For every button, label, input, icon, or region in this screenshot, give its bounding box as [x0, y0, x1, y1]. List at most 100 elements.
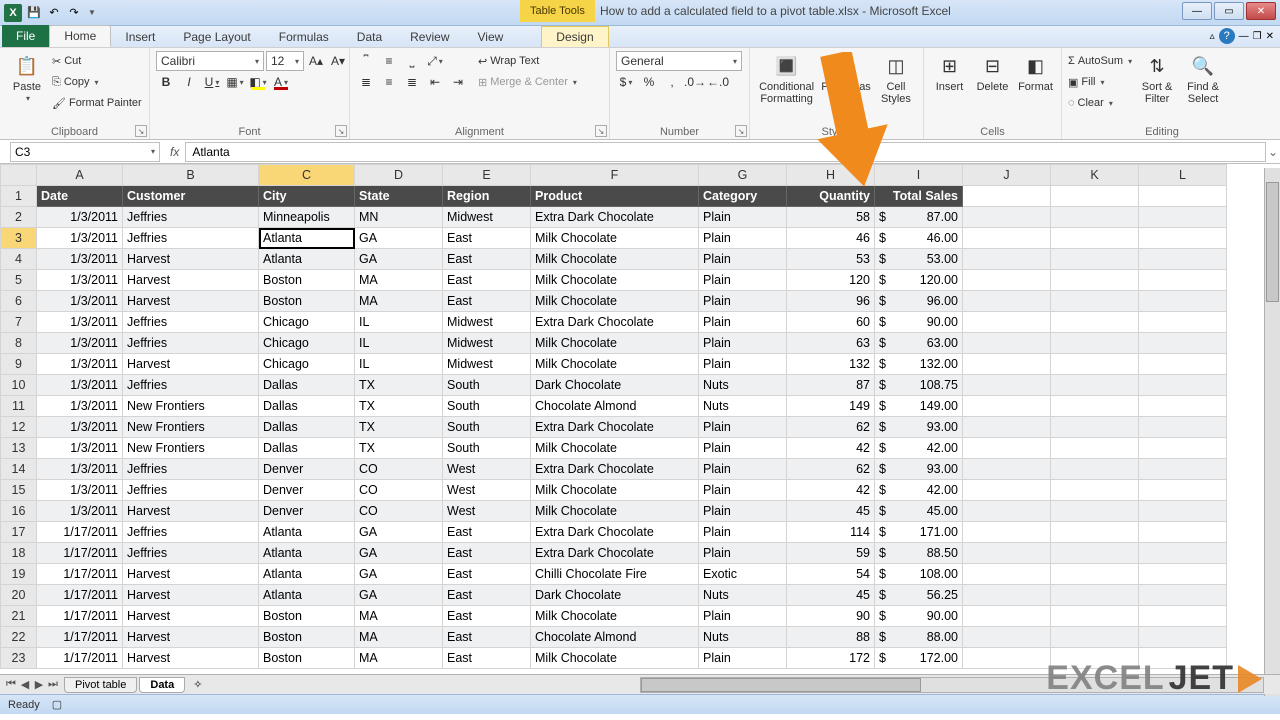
- cell[interactable]: IL: [355, 354, 443, 375]
- cell[interactable]: South: [443, 375, 531, 396]
- cell[interactable]: Plain: [699, 249, 787, 270]
- row-header[interactable]: 21: [1, 606, 37, 627]
- font-color-button[interactable]: A▾: [271, 72, 291, 92]
- cell[interactable]: $132.00: [875, 354, 963, 375]
- cell[interactable]: 1/3/2011: [37, 396, 123, 417]
- cell[interactable]: Harvest: [123, 606, 259, 627]
- cell[interactable]: [1051, 627, 1139, 648]
- cell[interactable]: 132: [787, 354, 875, 375]
- tab-data[interactable]: Data: [343, 27, 396, 47]
- row-header[interactable]: 4: [1, 249, 37, 270]
- cell[interactable]: MA: [355, 627, 443, 648]
- cell[interactable]: [963, 186, 1051, 207]
- macro-record-icon[interactable]: ▢: [52, 698, 62, 711]
- row-header[interactable]: 16: [1, 501, 37, 522]
- row-header[interactable]: 10: [1, 375, 37, 396]
- cell[interactable]: [1139, 459, 1227, 480]
- cell[interactable]: New Frontiers: [123, 396, 259, 417]
- cell[interactable]: Plain: [699, 480, 787, 501]
- cell[interactable]: [963, 312, 1051, 333]
- workbook-close-icon[interactable]: ✕: [1266, 31, 1274, 42]
- cell[interactable]: 58: [787, 207, 875, 228]
- cell[interactable]: Denver: [259, 459, 355, 480]
- cell[interactable]: 62: [787, 459, 875, 480]
- cell[interactable]: Plain: [699, 354, 787, 375]
- cell[interactable]: $63.00: [875, 333, 963, 354]
- cell[interactable]: [1139, 396, 1227, 417]
- cell[interactable]: Harvest: [123, 291, 259, 312]
- align-left-icon[interactable]: ≣: [356, 72, 376, 92]
- cell[interactable]: Harvest: [123, 501, 259, 522]
- cell[interactable]: 1/3/2011: [37, 312, 123, 333]
- cell[interactable]: West: [443, 459, 531, 480]
- column-header[interactable]: B: [123, 165, 259, 186]
- cell[interactable]: Extra Dark Chocolate: [531, 417, 699, 438]
- cell[interactable]: [1051, 606, 1139, 627]
- tab-formulas[interactable]: Formulas: [265, 27, 343, 47]
- merge-center-button[interactable]: ⊞Merge & Center▾: [478, 72, 577, 92]
- number-dialog-launcher[interactable]: ↘: [735, 125, 747, 137]
- cell[interactable]: [1139, 375, 1227, 396]
- row-header[interactable]: 19: [1, 564, 37, 585]
- cell[interactable]: [1139, 270, 1227, 291]
- decrease-indent-icon[interactable]: ⇤: [425, 72, 445, 92]
- row-header[interactable]: 5: [1, 270, 37, 291]
- cell[interactable]: [1051, 438, 1139, 459]
- cell[interactable]: 54: [787, 564, 875, 585]
- cell[interactable]: Milk Chocolate: [531, 228, 699, 249]
- italic-button[interactable]: I: [179, 72, 199, 92]
- cell[interactable]: 42: [787, 480, 875, 501]
- row-header[interactable]: 23: [1, 648, 37, 669]
- tab-home[interactable]: Home: [49, 25, 111, 47]
- format-cells-button[interactable]: ◧Format: [1016, 51, 1055, 93]
- cell[interactable]: GA: [355, 522, 443, 543]
- cell[interactable]: Plain: [699, 501, 787, 522]
- sheet-nav-first-icon[interactable]: ⏮: [4, 678, 18, 691]
- cell[interactable]: TX: [355, 396, 443, 417]
- cell[interactable]: Boston: [259, 270, 355, 291]
- cell[interactable]: Extra Dark Chocolate: [531, 312, 699, 333]
- cell[interactable]: Atlanta: [259, 228, 355, 249]
- column-header[interactable]: K: [1051, 165, 1139, 186]
- cell[interactable]: [1139, 438, 1227, 459]
- comma-format-icon[interactable]: ,: [662, 72, 682, 92]
- row-header[interactable]: 13: [1, 438, 37, 459]
- cell[interactable]: Atlanta: [259, 585, 355, 606]
- cell[interactable]: 42: [787, 438, 875, 459]
- cell[interactable]: South: [443, 438, 531, 459]
- cell[interactable]: Boston: [259, 291, 355, 312]
- workbook-minimize-icon[interactable]: ―: [1239, 31, 1249, 42]
- cell[interactable]: [963, 627, 1051, 648]
- cell[interactable]: Milk Chocolate: [531, 606, 699, 627]
- sort-filter-button[interactable]: ⇅Sort & Filter: [1136, 51, 1178, 105]
- expand-formula-bar-icon[interactable]: ⌄: [1266, 145, 1280, 159]
- cell[interactable]: $88.50: [875, 543, 963, 564]
- cell[interactable]: South: [443, 417, 531, 438]
- cell[interactable]: Harvest: [123, 270, 259, 291]
- workbook-restore-icon[interactable]: ❐: [1253, 31, 1262, 42]
- cell[interactable]: Plain: [699, 438, 787, 459]
- cell[interactable]: 1/3/2011: [37, 501, 123, 522]
- cell[interactable]: Atlanta: [259, 249, 355, 270]
- cell[interactable]: $45.00: [875, 501, 963, 522]
- cell[interactable]: [963, 480, 1051, 501]
- cell[interactable]: Boston: [259, 648, 355, 669]
- cell[interactable]: Plain: [699, 270, 787, 291]
- cell[interactable]: $108.75: [875, 375, 963, 396]
- cell[interactable]: GA: [355, 249, 443, 270]
- cell[interactable]: [1139, 606, 1227, 627]
- cell[interactable]: East: [443, 270, 531, 291]
- cell[interactable]: Nuts: [699, 375, 787, 396]
- table-header-cell[interactable]: Total Sales: [875, 186, 963, 207]
- paste-button[interactable]: 📋 Paste ▾: [6, 51, 48, 104]
- cell[interactable]: Plain: [699, 459, 787, 480]
- fill-button[interactable]: ▣Fill▾: [1068, 72, 1132, 92]
- cell[interactable]: 90: [787, 606, 875, 627]
- cell[interactable]: Milk Chocolate: [531, 333, 699, 354]
- increase-indent-icon[interactable]: ⇥: [448, 72, 468, 92]
- cell[interactable]: Harvest: [123, 648, 259, 669]
- cell[interactable]: 1/3/2011: [37, 228, 123, 249]
- cell[interactable]: [963, 564, 1051, 585]
- cell[interactable]: [1051, 333, 1139, 354]
- cell[interactable]: CO: [355, 501, 443, 522]
